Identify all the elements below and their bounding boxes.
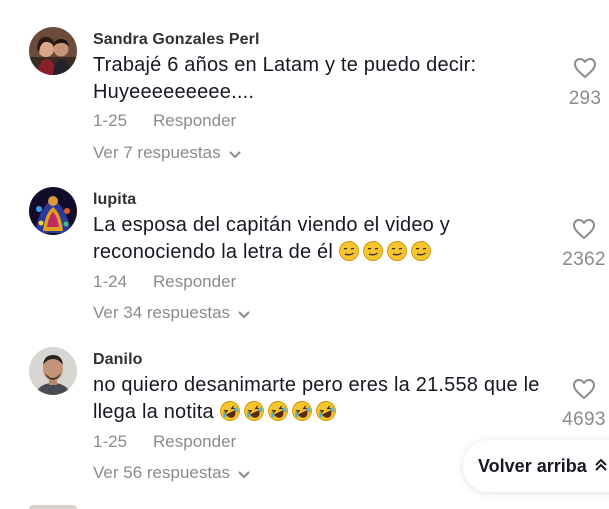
avatar[interactable] (29, 505, 77, 509)
comment-text-line: La esposa del capitán viendo el video y (93, 214, 450, 236)
double-chevron-up-icon (595, 456, 607, 477)
heart-icon[interactable] (559, 218, 609, 245)
heart-icon[interactable] (559, 378, 609, 405)
view-replies-button[interactable]: Ver 56 respuestas (93, 463, 250, 484)
comment-text-line: llega la notita (93, 401, 214, 423)
comment-author[interactable]: lupita (93, 191, 136, 209)
comment-text: La esposa del capitán viendo el video y … (93, 212, 553, 266)
comment-text-line: no quiero desanimarte pero eres la 21.55… (93, 374, 540, 396)
comment-meta: 1-25 Responder (93, 432, 236, 452)
comment-date: 1-24 (93, 272, 128, 291)
rofl-emoji (315, 401, 336, 421)
emoji-group (338, 241, 435, 263)
comment-text-line: reconociendo la letra de él (93, 241, 333, 263)
smirk-emoji (410, 241, 431, 261)
reply-button[interactable]: Responder (153, 432, 236, 451)
view-replies-label: Ver 56 respuestas (93, 463, 231, 482)
comment-text-line-2: reconociendo la letra de él (93, 239, 553, 266)
like-control[interactable]: 4693 (559, 378, 609, 431)
rofl-emoji (267, 401, 288, 421)
comment-text: no quiero desanimarte pero eres la 21.55… (93, 372, 553, 426)
comment-author[interactable]: Danilo (93, 351, 143, 369)
rofl-emoji (243, 401, 264, 421)
comment-text-line-2: llega la notita (93, 399, 553, 426)
chevron-down-icon (238, 304, 250, 324)
smirk-emoji (362, 241, 383, 261)
like-control[interactable]: 2362 (559, 218, 609, 271)
avatar[interactable] (29, 347, 77, 395)
back-to-top-label: Volver arriba (478, 455, 587, 476)
comment-meta: 1-24 Responder (93, 272, 236, 292)
like-count: 2362 (562, 249, 606, 270)
rofl-emoji (219, 401, 240, 421)
avatar[interactable] (29, 187, 77, 235)
chevron-down-icon (238, 464, 250, 484)
comment-item: Danilo no quiero desanimarte pero eres l… (0, 0, 609, 482)
like-count: 4693 (562, 409, 606, 430)
back-to-top-button[interactable]: Volver arriba (463, 440, 609, 492)
view-replies-button[interactable]: Ver 34 respuestas (93, 303, 250, 324)
view-replies-label: Ver 34 respuestas (93, 303, 231, 322)
emoji-group (219, 401, 340, 423)
smirk-emoji (386, 241, 407, 261)
reply-button[interactable]: Responder (153, 272, 236, 291)
comment-date: 1-25 (93, 432, 128, 451)
smirk-emoji (338, 241, 359, 261)
rofl-emoji (291, 401, 312, 421)
